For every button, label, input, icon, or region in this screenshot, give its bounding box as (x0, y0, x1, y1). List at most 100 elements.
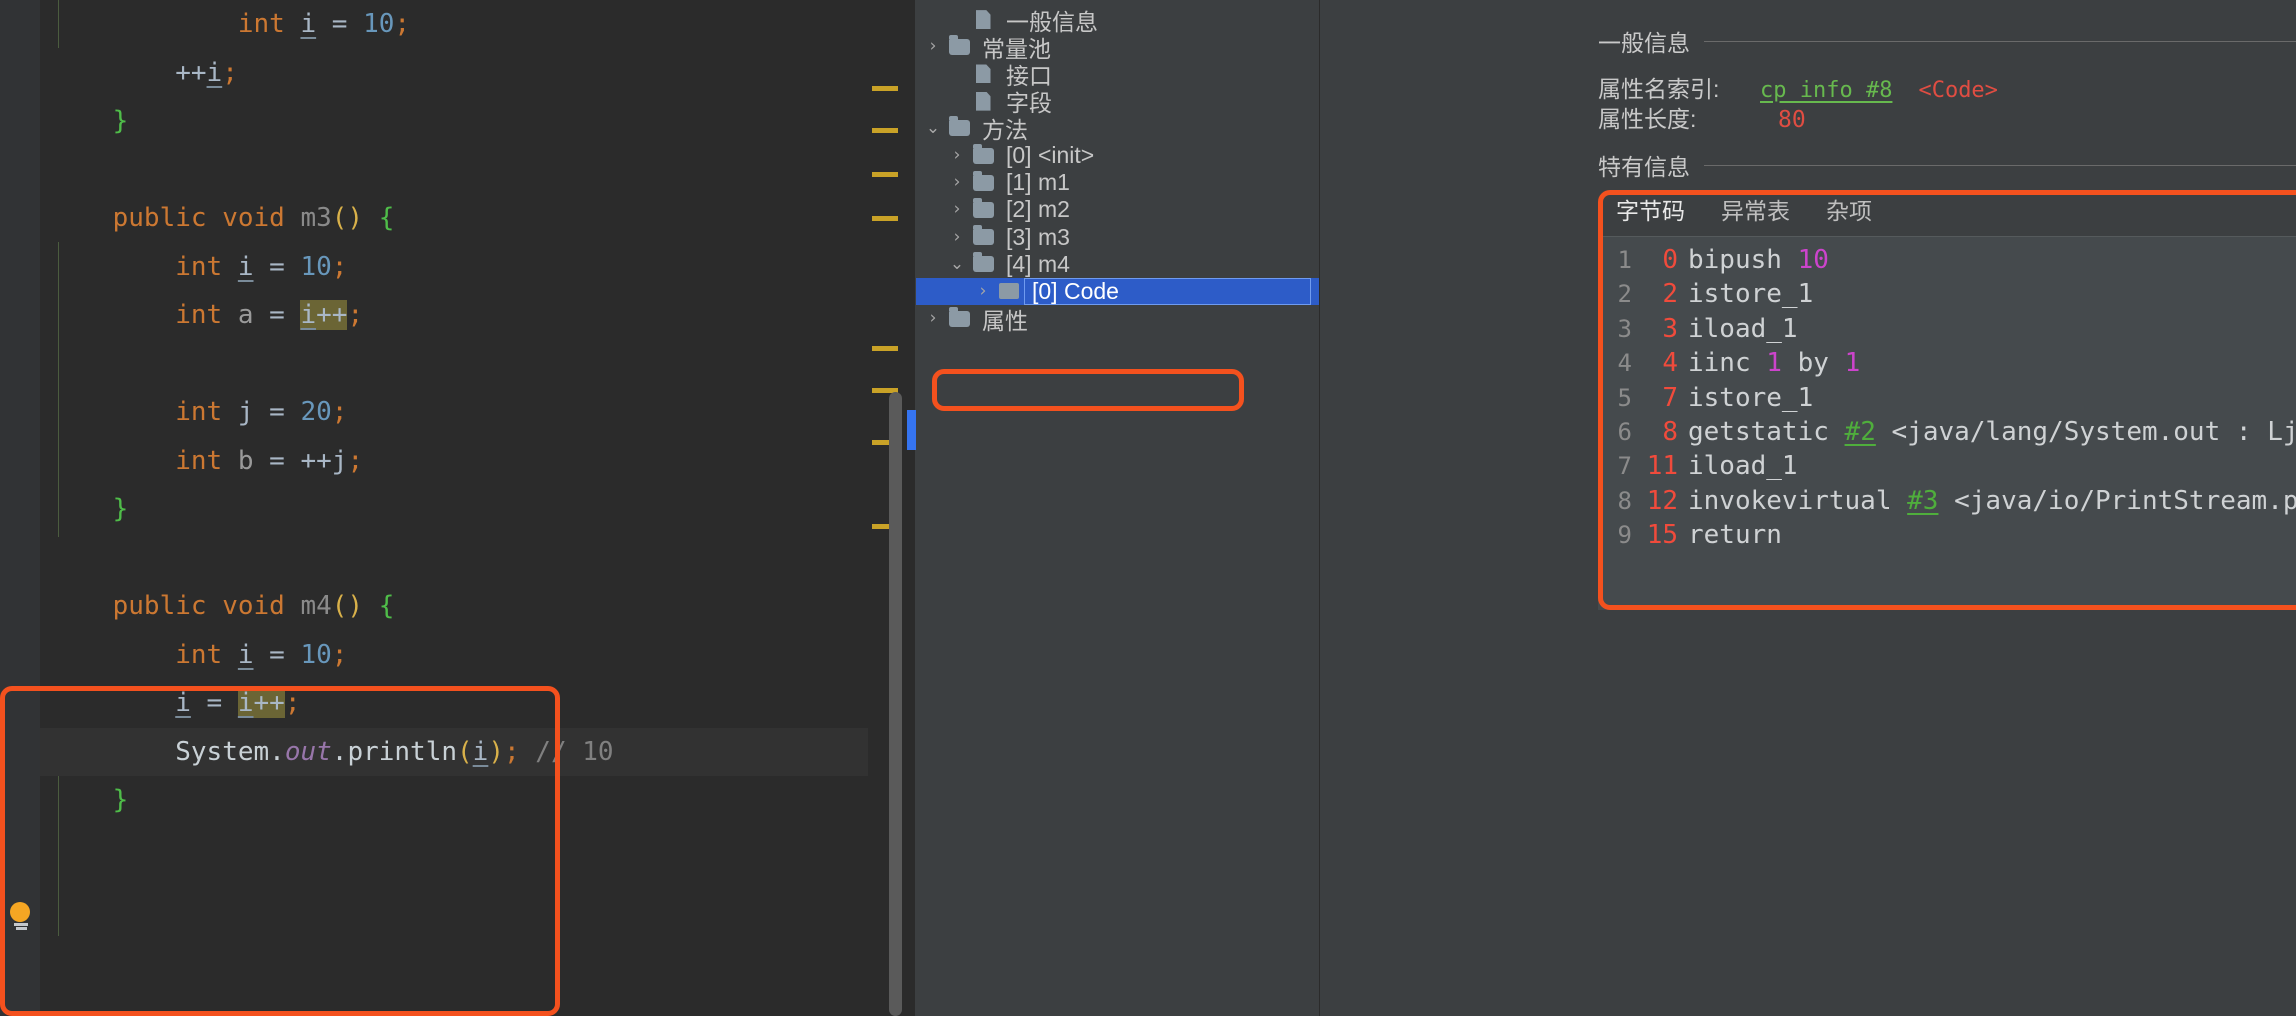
code-line[interactable]: int i = 10; (40, 243, 916, 292)
code-line[interactable]: ++i; (40, 49, 916, 98)
bytecode-row[interactable]: 4 4 iinc 1 by 1 (1598, 346, 2296, 380)
tab-bar[interactable]: 字节码 异常表 杂项 (1598, 190, 2296, 240)
code-line[interactable]: int i = 10; (40, 0, 916, 49)
tree-item-4-m4[interactable]: ⌄ [4] m4 (916, 251, 1319, 278)
code-line[interactable] (40, 340, 916, 389)
code-token: j (331, 445, 348, 476)
code-token: = (190, 688, 238, 718)
code-line[interactable]: int a = i++; (40, 291, 916, 340)
tree-item-1-m1[interactable]: › [1] m1 (916, 169, 1319, 196)
chevron-right-icon[interactable]: › (946, 174, 968, 191)
code-line[interactable]: } (40, 776, 916, 825)
code-line[interactable] (40, 534, 916, 583)
attribute-name-index-label: 属性名索引: (1598, 76, 1720, 102)
editor-analysis-stripe[interactable] (868, 0, 916, 1016)
code-token: 20 (300, 397, 332, 427)
folder-icon (968, 143, 998, 164)
tree-item-[interactable]: › 属性 (916, 305, 1319, 334)
tree-item-[interactable]: ›接口 (916, 60, 1319, 89)
code-token: ( (457, 736, 473, 767)
tree-item-3-m3[interactable]: › [3] m3 (916, 224, 1319, 251)
bytecode-offset: 3 (1662, 313, 1678, 344)
code-token: int (175, 639, 223, 670)
tree-item-label: [2] m2 (1006, 196, 1070, 223)
bytecode-offset: 2 (1662, 279, 1678, 310)
chevron-right-icon[interactable]: › (972, 282, 994, 300)
code-token: j (237, 397, 254, 427)
code-line[interactable]: i = i++; (40, 679, 916, 728)
code-line[interactable]: System.out.println(i); // 10 (40, 727, 916, 776)
attribute-detail-panel: 一般信息 属性名索引: cp_info #8 <Code> 属性长度: 80 特… (1320, 0, 2296, 1016)
tree-item-2-m2[interactable]: › [2] m2 (916, 196, 1319, 223)
editor-gutter[interactable] (0, 0, 40, 1016)
code-line[interactable]: int b = ++j; (40, 437, 916, 486)
code-token: 10 (300, 251, 332, 282)
code-token: i (300, 300, 317, 330)
bytecode-row[interactable]: 9 15 return (1598, 518, 2296, 552)
bytecode-listing[interactable]: 1 0 bipush 10 2 2 istore_1 3 3 iload_1 4 4 iinc 1 b… (1598, 237, 2296, 610)
code-token: public void (112, 591, 301, 621)
chevron-down-icon[interactable]: ⌄ (922, 119, 944, 137)
chevron-right-icon[interactable]: › (946, 201, 968, 218)
code-editor[interactable]: int i = 10; ++i; } public void m3() { in… (0, 0, 916, 1016)
code-line[interactable]: int i = 10; (40, 631, 916, 680)
editor-scroll-indicator[interactable] (907, 410, 916, 450)
chevron-right-icon[interactable]: › (922, 310, 944, 327)
bytecode-row[interactable]: 1 0 bipush 10 (1598, 243, 2296, 277)
stripe-marker[interactable] (872, 216, 898, 221)
class-structure-tree[interactable]: ›一般信息›常量池›接口›字段 ⌄ 方法 › [0] <init> › [1] m1 › [2]… (916, 0, 1320, 1016)
stripe-marker[interactable] (872, 172, 898, 177)
code-line[interactable]: public void m4() { (40, 582, 916, 631)
tree-item-label: 方法 (982, 117, 1028, 144)
code-line[interactable]: } (40, 485, 916, 534)
editor-vertical-scrollbar[interactable] (889, 392, 902, 1016)
code-line[interactable]: int j = 20; (40, 388, 916, 437)
bytecode-row[interactable]: 2 2 istore_1 (1598, 277, 2296, 311)
stripe-marker[interactable] (872, 128, 898, 133)
code-token: ) (488, 736, 504, 767)
bytecode-line-number: 2 (1617, 280, 1632, 309)
bytecode-row[interactable]: 6 8 getstatic #2 <java/lang/System.out : L… (1598, 415, 2296, 449)
tree-item-[interactable]: ⌄ 方法 (916, 115, 1319, 143)
folder-icon-shape (972, 197, 994, 218)
code-token: = (253, 397, 301, 427)
code-token: } (112, 785, 129, 815)
tree-item-[interactable]: ›字段 (916, 88, 1319, 116)
code-token: . (331, 736, 348, 767)
code-line[interactable]: } (40, 97, 916, 146)
bytecode-token: iload_1 (1688, 313, 1798, 344)
code-line[interactable]: public void m3() { (40, 194, 916, 243)
folder-icon-shape (972, 143, 994, 164)
chevron-right-icon[interactable]: › (946, 228, 968, 246)
chevron-down-icon[interactable]: ⌄ (946, 255, 968, 273)
tree-item-[interactable]: ›一般信息 (916, 6, 1319, 35)
bytecode-row[interactable]: 8 12 invokevirtual #3 <java/io/PrintStream… (1598, 484, 2296, 518)
stripe-marker[interactable] (872, 346, 898, 351)
attribute-name-index-row: 属性名索引: cp_info #8 <Code> (1598, 70, 1998, 104)
chevron-right-icon[interactable]: › (946, 147, 968, 164)
chevron-right-icon[interactable]: › (922, 38, 944, 55)
code-token: // 10 (535, 736, 614, 767)
stripe-marker[interactable] (872, 86, 898, 91)
document-icon-shape (975, 91, 991, 111)
bytecode-row[interactable]: 5 7 istore_1 (1598, 381, 2296, 415)
tab-异常表[interactable]: 异常表 (1703, 192, 1808, 236)
tree-item-0-init[interactable]: › [0] <init> (916, 142, 1319, 169)
constant-pool-ref-link[interactable]: #2 (1845, 415, 1876, 449)
code-line[interactable] (40, 146, 916, 195)
tab-杂项[interactable]: 杂项 (1808, 192, 1890, 236)
lightbulb-icon[interactable] (10, 902, 32, 930)
tree-item-0-code[interactable]: › [0] Code (916, 277, 1319, 306)
tab-字节码[interactable]: 字节码 (1598, 192, 1703, 240)
bytecode-offset: 11 (1646, 451, 1678, 482)
bytecode-offset: 12 (1646, 485, 1678, 516)
folder-icon (968, 170, 998, 191)
bytecode-row[interactable]: 3 3 iload_1 (1598, 312, 2296, 346)
tree-item-[interactable]: › 常量池 (916, 33, 1319, 62)
bytecode-row[interactable]: 7 11 iload_1 (1598, 449, 2296, 483)
code-text[interactable]: int i = 10; ++i; } public void m3() { in… (40, 0, 916, 1016)
constant-pool-ref-link[interactable]: #3 (1907, 484, 1938, 518)
